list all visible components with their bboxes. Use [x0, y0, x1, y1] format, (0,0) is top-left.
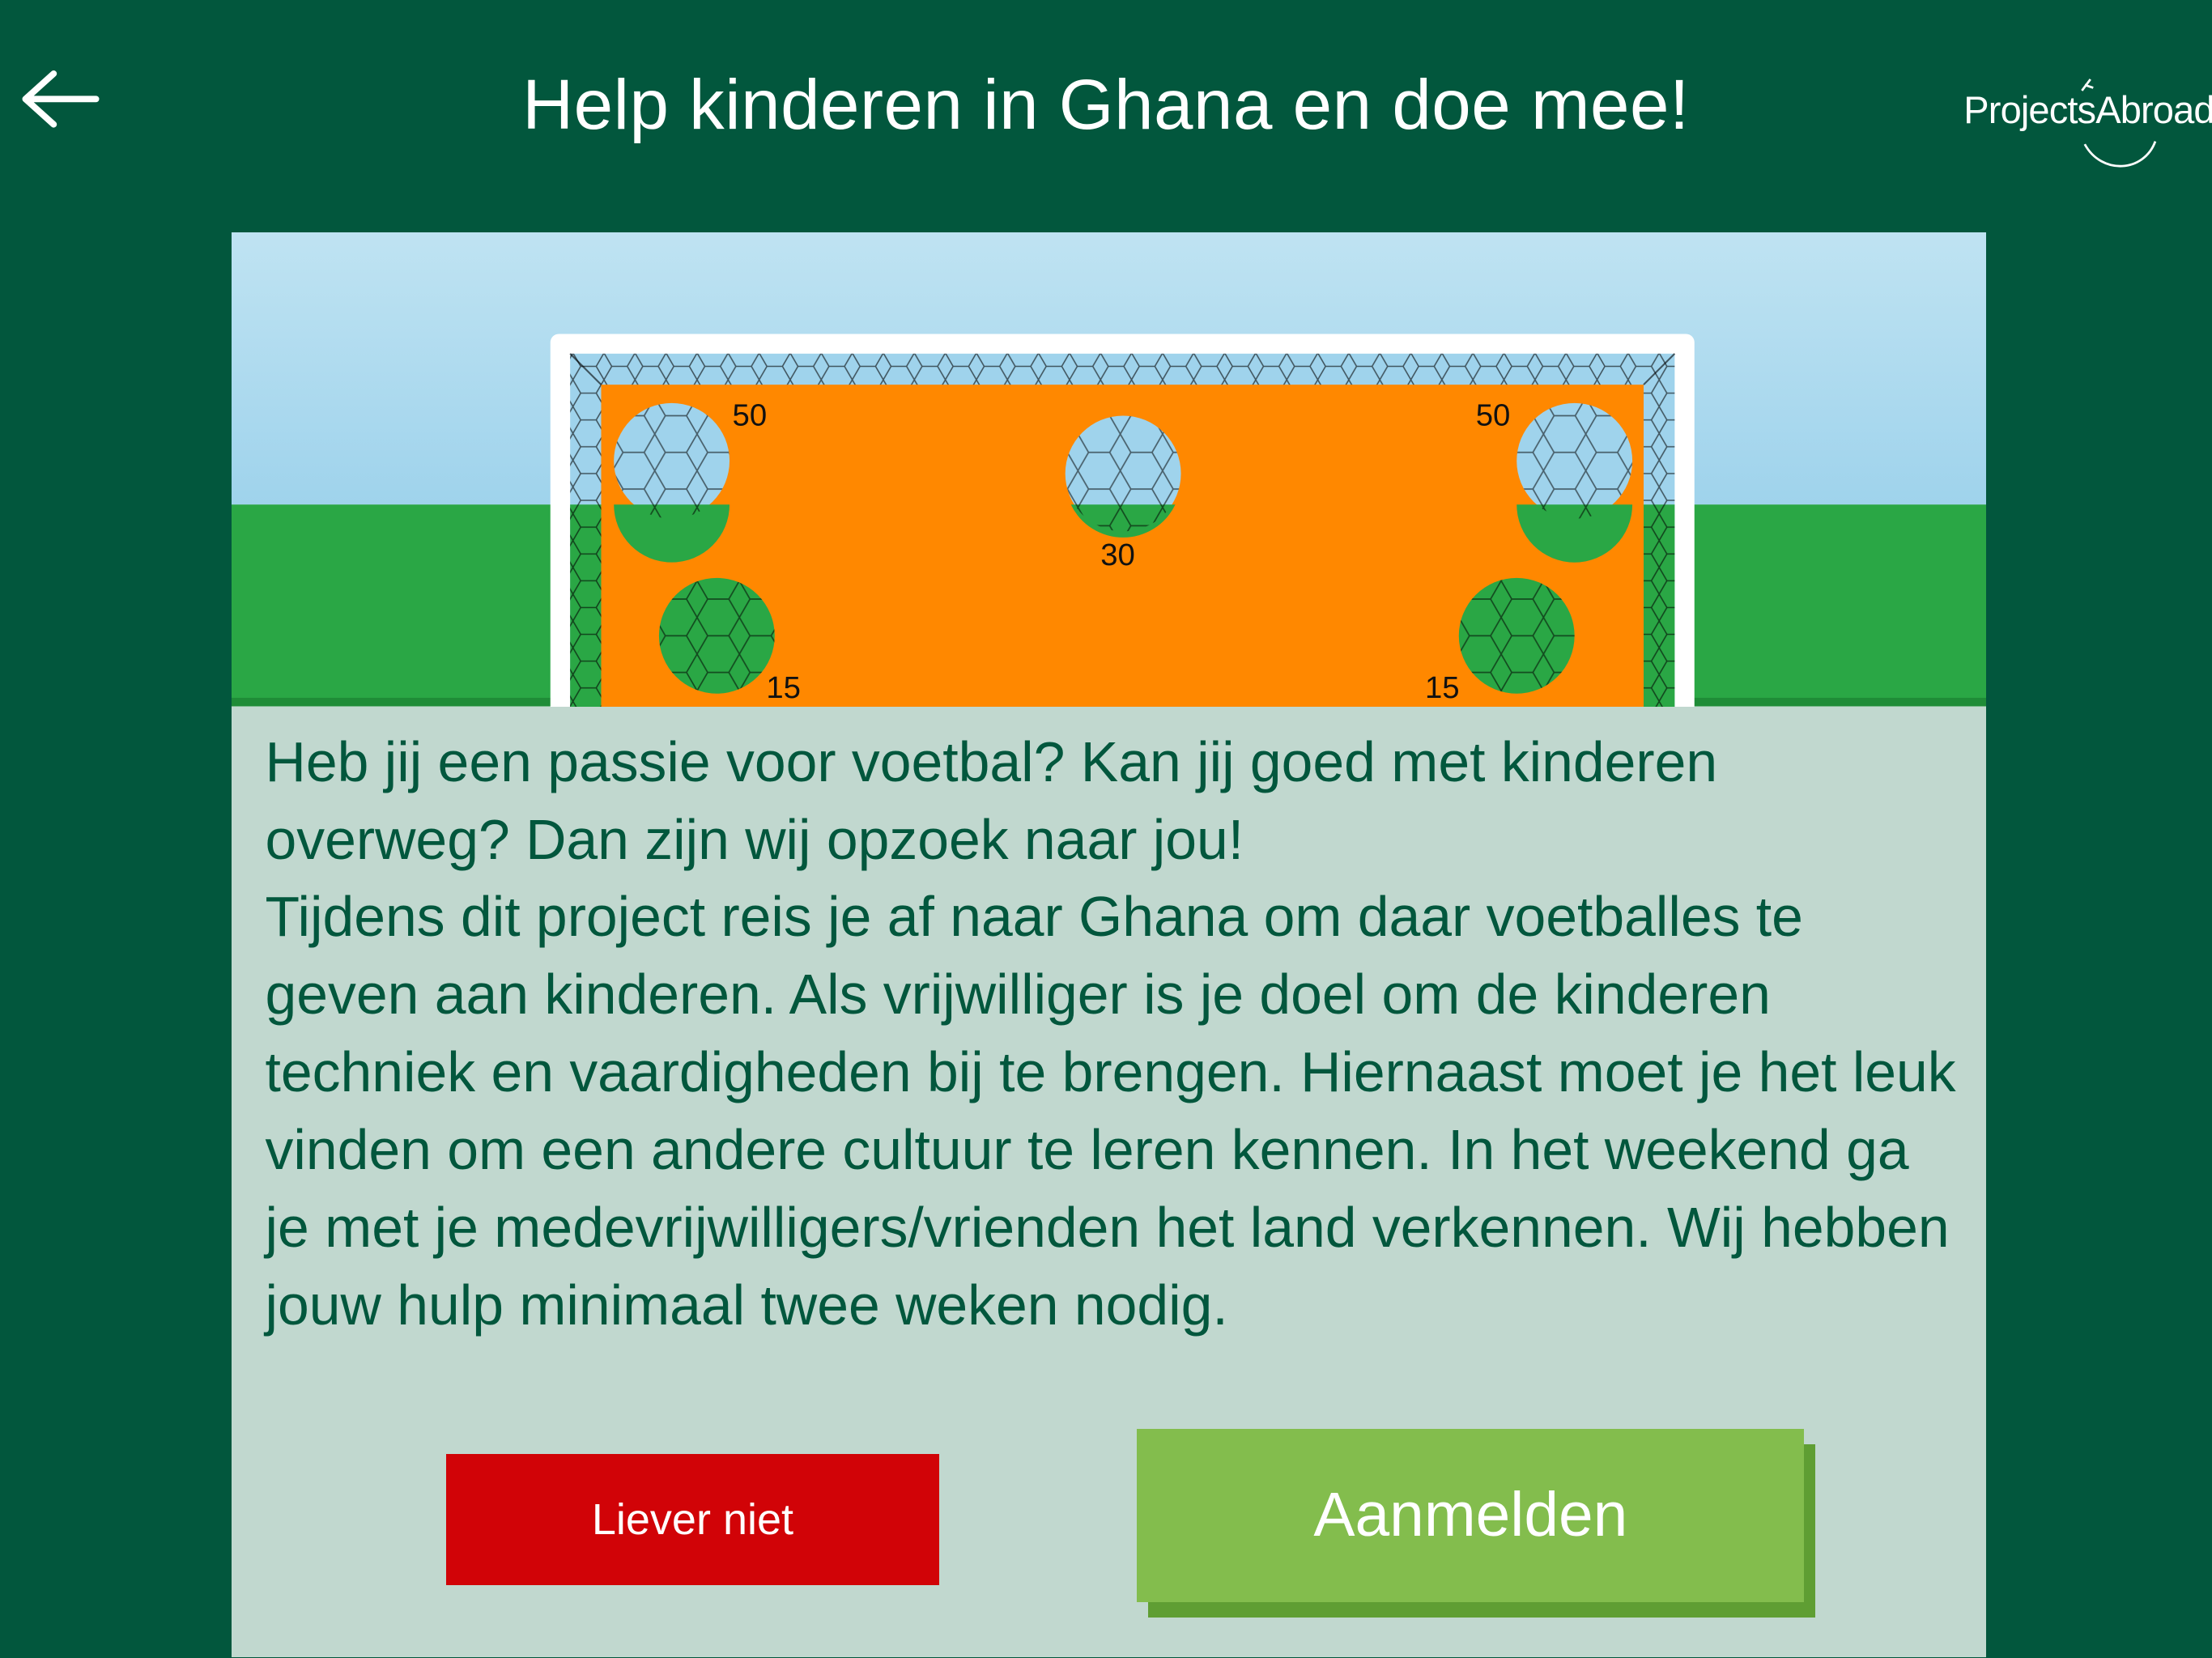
project-panel: 50 30 50 15 15 Heb jij een passie voor v… — [231, 232, 1987, 1658]
target-hole[interactable] — [1516, 403, 1632, 563]
target-hole[interactable] — [1458, 578, 1575, 695]
target-hole[interactable] — [613, 403, 730, 563]
decline-button[interactable]: Liever niet — [445, 1454, 940, 1586]
target-hole[interactable] — [1065, 415, 1181, 538]
projects-abroad-logo: ProjectsAbroad — [1963, 74, 2212, 175]
football-goal-game: 50 30 50 15 15 — [231, 232, 1987, 707]
target-points: 30 — [1100, 538, 1135, 573]
page-title: Help kinderen in Ghana en doe mee! — [522, 66, 1690, 145]
logo-swoosh-icon — [2081, 78, 2157, 168]
project-description: Heb jij een passie voor voetbal? Kan jij… — [265, 729, 1956, 1337]
target-hole[interactable] — [658, 578, 775, 695]
target-points: 50 — [732, 398, 767, 433]
target-points: 15 — [1425, 670, 1460, 705]
target-points: 50 — [1475, 398, 1510, 433]
signup-button[interactable]: Aanmelden — [1137, 1428, 1805, 1603]
target-points: 15 — [766, 670, 801, 705]
